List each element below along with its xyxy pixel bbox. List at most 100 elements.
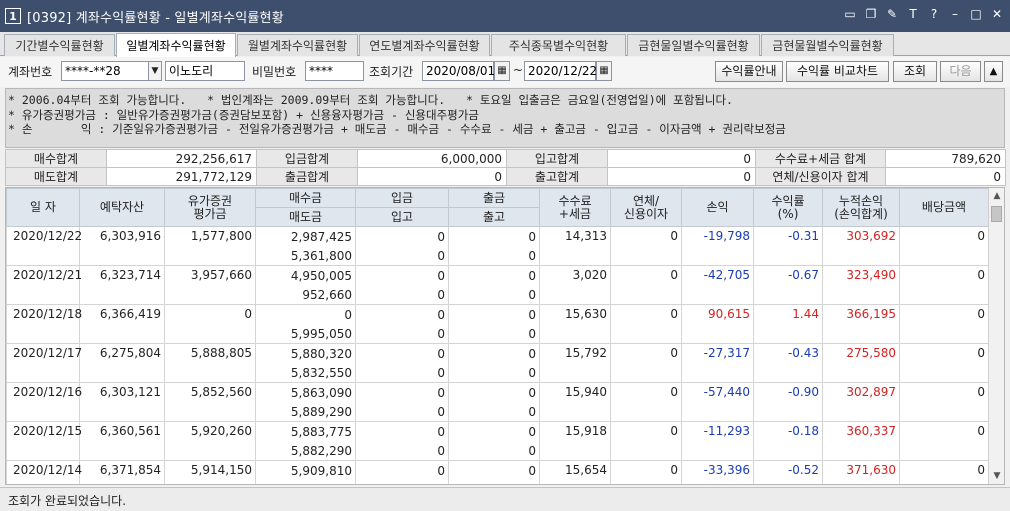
cell-deposit: 6,360,561 <box>79 421 165 461</box>
tab-monthly-account-returns[interactable]: 월별계좌수익률현황 <box>237 34 358 56</box>
cell-out-money: 0 <box>448 304 540 324</box>
table-row[interactable]: 2020/12/22 6,303,916 1,577,800 2,987,425 0 0 1… <box>6 226 989 266</box>
header-in-stock: 입고 <box>355 207 449 227</box>
maximize-icon[interactable]: □ <box>969 7 983 21</box>
cell-out-stock: 0 <box>448 285 540 305</box>
close-icon[interactable]: ✕ <box>990 7 1004 21</box>
tab-gold-monthly-returns[interactable]: 금현물월별수익률현황 <box>761 34 894 56</box>
cell-out-money: 0 <box>448 226 540 246</box>
tab-stock-returns[interactable]: 주식종목별수익현황 <box>491 34 626 56</box>
cell-interest: 0 <box>610 226 682 266</box>
tab-gold-daily-returns[interactable]: 금현물일별수익률현황 <box>627 34 760 56</box>
cell-cumulative-pnl: 275,580 <box>822 343 900 383</box>
cell-buy: 0 <box>255 304 356 324</box>
cell-buy: 5,909,810 <box>255 460 356 480</box>
cell-interest: 0 <box>610 421 682 461</box>
cell-date: 2020/12/16 <box>6 382 82 422</box>
return-compare-chart-button[interactable]: 수익률 비교차트 <box>786 61 889 82</box>
cell-deposit: 6,366,419 <box>79 304 165 344</box>
cell-rate: -0.43 <box>753 343 823 383</box>
summary-row: 매도합계 291,772,129 출금합계 0 출고합계 0 연체/신용이자 합… <box>5 167 1006 186</box>
cell-out-stock: 0 <box>448 402 540 422</box>
account-number-input[interactable]: ****-**28 <box>61 61 149 81</box>
account-dropdown-icon[interactable]: ▼ <box>148 61 162 81</box>
grid-scrollbar[interactable]: ▲ ▼ <box>988 188 1004 484</box>
note-line: * 2006.04부터 조회 가능합니다. * 법인계좌는 2009.09부터 … <box>8 93 733 107</box>
cell-interest: 0 <box>610 265 682 305</box>
scroll-thumb[interactable] <box>991 206 1002 222</box>
header-deposit: 예탁자산 <box>79 188 165 227</box>
query-button[interactable]: 조회 <box>893 61 937 82</box>
copy-window-icon[interactable]: ❐ <box>864 7 878 21</box>
daily-returns-table: 일 자 예탁자산 유가증권 평가금 매수금 입금 출금 수수료 +세금 연체/ … <box>6 188 989 484</box>
calendar-to-icon[interactable]: ▦ <box>596 61 612 81</box>
password-input[interactable]: **** <box>305 61 364 81</box>
cell-deposit: 6,371,854 <box>79 460 165 484</box>
tab-period-returns[interactable]: 기간별수익률현황 <box>4 34 115 56</box>
date-to-input[interactable]: 2020/12/22 <box>524 61 597 81</box>
table-row[interactable]: 2020/12/16 6,303,121 5,852,560 5,863,090 0 0 1… <box>6 382 989 422</box>
summary-value: 6,000,000 <box>357 149 507 168</box>
summary-label: 수수료+세금 합계 <box>755 149 886 168</box>
minimize-icon[interactable]: – <box>948 7 962 21</box>
cell-date: 2020/12/14 <box>6 460 82 484</box>
header-interest: 연체/ 신용이자 <box>610 188 682 227</box>
table-row[interactable]: 2020/12/17 6,275,804 5,888,805 5,880,320 0 0 1… <box>6 343 989 383</box>
header-out-stock: 출고 <box>448 207 540 227</box>
table-row[interactable]: 2020/12/15 6,360,561 5,920,260 5,883,775 0 0 1… <box>6 421 989 461</box>
cell-interest: 0 <box>610 304 682 344</box>
tab-yearly-account-returns[interactable]: 연도별계좌수익률현황 <box>359 34 490 56</box>
table-row[interactable]: 2020/12/18 6,366,419 0 0 0 0 15,630 0 90,615 1.44… <box>6 304 989 344</box>
scroll-up-icon[interactable]: ▲ <box>990 188 1004 204</box>
cell-in-stock: 0 <box>355 324 449 344</box>
cell-securities: 0 <box>164 304 256 344</box>
cell-sell: 5,832,550 <box>255 363 356 383</box>
cell-securities: 5,852,560 <box>164 382 256 422</box>
account-label: 계좌번호 <box>8 65 53 79</box>
cell-fee: 14,313 <box>539 226 611 266</box>
cell-out-stock <box>448 480 540 484</box>
cell-rate: -0.52 <box>753 460 823 484</box>
cell-pnl: -11,293 <box>681 421 754 461</box>
period-label: 조회기간 <box>369 65 414 79</box>
cell-rate: 1.44 <box>753 304 823 344</box>
collapse-up-icon[interactable]: ▲ <box>984 61 1003 82</box>
summary-label: 입고합계 <box>506 149 608 168</box>
header-in-money: 입금 <box>355 188 449 208</box>
cell-in-money: 0 <box>355 382 449 402</box>
cell-pnl: 90,615 <box>681 304 754 344</box>
cell-dividend: 0 <box>899 304 989 344</box>
cell-in-money: 0 <box>355 460 449 480</box>
window-number-icon: 1 <box>5 8 21 24</box>
cell-in-money: 0 <box>355 265 449 285</box>
cell-out-stock: 0 <box>448 363 540 383</box>
tools-icon[interactable]: ✎ <box>885 7 899 21</box>
cell-fee: 15,654 <box>539 460 611 484</box>
cell-securities: 3,957,660 <box>164 265 256 305</box>
return-guide-button[interactable]: 수익률안내 <box>715 61 783 82</box>
date-from-input[interactable]: 2020/08/01 <box>422 61 495 81</box>
summary-label: 출고합계 <box>506 167 608 186</box>
calendar-from-icon[interactable]: ▦ <box>494 61 510 81</box>
font-size-icon[interactable]: T <box>906 7 920 21</box>
summary-table: 매수합계 292,256,617 입금합계 6,000,000 입고합계 0 수… <box>5 149 1006 186</box>
header-rate: 수익률 (%) <box>753 188 823 227</box>
table-row[interactable]: 2020/12/14 6,371,854 5,914,150 5,909,810 0 0 1… <box>6 460 989 484</box>
tab-strip: 기간별수익률현황 일별계좌수익률현황 월별계좌수익률현황 연도별계좌수익률현황 … <box>0 32 1010 57</box>
cell-fee: 15,630 <box>539 304 611 344</box>
cell-out-money: 0 <box>448 382 540 402</box>
cell-buy: 4,950,005 <box>255 265 356 285</box>
cell-interest: 0 <box>610 382 682 422</box>
table-row[interactable]: 2020/12/21 6,323,714 3,957,660 4,950,005 0 0 3… <box>6 265 989 305</box>
scroll-down-icon[interactable]: ▼ <box>990 468 1004 484</box>
cell-out-money: 0 <box>448 421 540 441</box>
restore-window-icon[interactable]: ▭ <box>843 7 857 21</box>
cell-in-stock: 0 <box>355 363 449 383</box>
next-button[interactable]: 다음 <box>940 61 981 82</box>
help-icon[interactable]: ? <box>927 7 941 21</box>
summary-value: 0 <box>357 167 507 186</box>
cell-out-money: 0 <box>448 343 540 363</box>
cell-sell: 952,660 <box>255 285 356 305</box>
tab-daily-account-returns[interactable]: 일별계좌수익률현황 <box>116 33 236 57</box>
daily-returns-grid[interactable]: 일 자 예탁자산 유가증권 평가금 매수금 입금 출금 수수료 +세금 연체/ … <box>5 187 1005 485</box>
